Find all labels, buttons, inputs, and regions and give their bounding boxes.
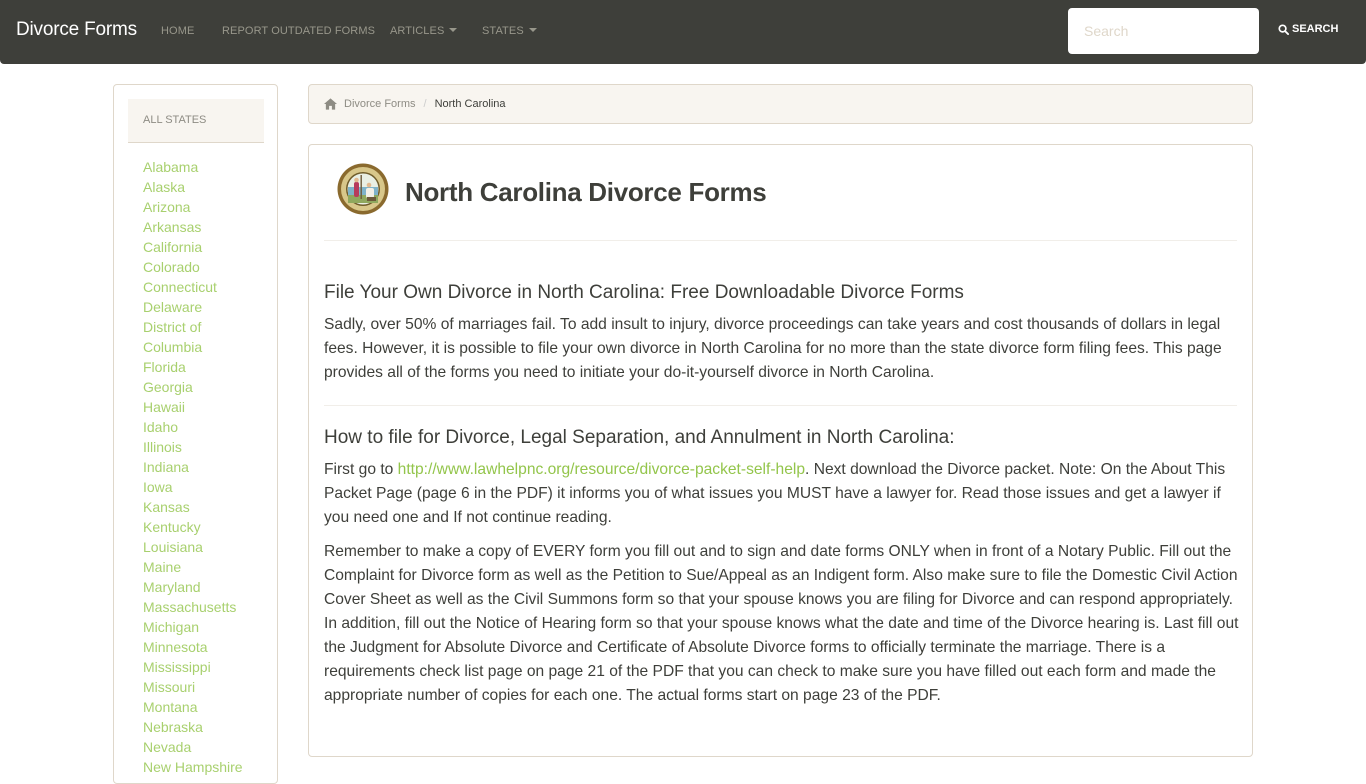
breadcrumb-link-divorce-forms[interactable]: Divorce Forms xyxy=(344,98,416,110)
state-seal-icon xyxy=(337,163,389,215)
intro-paragraph: Sadly, over 50% of marriages fail. To ad… xyxy=(324,316,1222,381)
nav-home-label: Home xyxy=(161,25,195,37)
state-link[interactable]: Louisiana xyxy=(143,537,243,557)
nav-states-label: States xyxy=(482,25,524,37)
lawhelpnc-link[interactable]: http://www.lawhelpnc.org/resource/divorc… xyxy=(398,461,805,478)
state-link[interactable]: Maryland xyxy=(143,577,243,597)
state-link[interactable]: Montana xyxy=(143,697,243,717)
sidebar-heading-label: All States xyxy=(143,114,207,126)
state-link[interactable]: Illinois xyxy=(143,437,243,457)
state-list: Alabama Alaska Arizona Arkansas California Co… xyxy=(143,157,243,777)
home-icon[interactable] xyxy=(324,98,337,110)
state-link[interactable]: Iowa xyxy=(143,477,243,497)
nav-report-label: Report Outdated Forms xyxy=(222,25,376,37)
state-link[interactable]: New Hampshire xyxy=(143,757,243,777)
state-link[interactable]: Colorado xyxy=(143,257,243,277)
section-heading-how-to-file: How to file for Divorce, Legal Separatio… xyxy=(324,427,955,448)
state-link[interactable]: District of xyxy=(143,317,243,337)
state-link[interactable]: Minnesota xyxy=(143,637,243,657)
nav-articles-label: Articles xyxy=(390,25,445,37)
sidebar-heading: All States xyxy=(128,99,264,143)
divider xyxy=(324,240,1237,241)
state-link[interactable]: Idaho xyxy=(143,417,243,437)
instructions-paragraph-1: First go to http://www.lawhelpnc.org/res… xyxy=(324,458,1242,530)
state-link[interactable]: Maine xyxy=(143,557,243,577)
divider xyxy=(324,405,1237,406)
state-link[interactable]: Florida xyxy=(143,357,243,377)
state-link[interactable]: Kentucky xyxy=(143,517,243,537)
state-link[interactable]: Massachusetts xyxy=(143,597,243,617)
breadcrumb-separator: / xyxy=(423,98,427,110)
state-link[interactable]: Connecticut xyxy=(143,277,243,297)
state-link[interactable]: Alabama xyxy=(143,157,243,177)
search-button[interactable]: SEARCH xyxy=(1278,23,1338,35)
state-link[interactable]: Columbia xyxy=(143,337,243,357)
nav-articles-dropdown[interactable]: Articles xyxy=(390,25,458,37)
state-link[interactable]: Delaware xyxy=(143,297,243,317)
state-link[interactable]: Arizona xyxy=(143,197,243,217)
breadcrumb-current: North Carolina xyxy=(434,98,506,110)
state-link[interactable]: California xyxy=(143,237,243,257)
section-heading-file-your-own: File Your Own Divorce in North Carolina:… xyxy=(324,282,964,303)
caret-down-icon xyxy=(449,28,458,32)
search-button-label: SEARCH xyxy=(1292,23,1339,35)
state-link[interactable]: Missouri xyxy=(143,677,243,697)
nav-states-dropdown[interactable]: States xyxy=(482,25,537,37)
state-link[interactable]: Arkansas xyxy=(143,217,243,237)
state-link[interactable]: Michigan xyxy=(143,617,243,637)
state-link[interactable]: Mississippi xyxy=(143,657,243,677)
state-link[interactable]: Alaska xyxy=(143,177,243,197)
state-link[interactable]: Nebraska xyxy=(143,717,243,737)
page-title: North Carolina Divorce Forms xyxy=(405,177,767,207)
state-link[interactable]: Kansas xyxy=(143,497,243,517)
brand-logo[interactable]: Divorce Forms xyxy=(16,19,137,41)
p1-text-before: First go to xyxy=(324,461,398,478)
state-link[interactable]: Georgia xyxy=(143,377,243,397)
state-link[interactable]: Indiana xyxy=(143,457,243,477)
instructions-paragraph-2: Remember to make a copy of EVERY form yo… xyxy=(324,543,1239,704)
states-sidebar: All States Alabama Alaska Arizona Arkansas C… xyxy=(113,84,278,784)
breadcrumb: Divorce Forms / North Carolina xyxy=(308,84,1253,124)
caret-down-icon xyxy=(528,28,537,32)
state-link[interactable]: Nevada xyxy=(143,737,243,757)
nav-home[interactable]: Home xyxy=(161,25,194,37)
search-input[interactable] xyxy=(1068,8,1259,54)
main-content-panel: North Carolina Divorce Forms File Your O… xyxy=(308,144,1253,757)
search-icon xyxy=(1278,23,1289,35)
top-navbar: Divorce Forms Home Report Outdated Forms… xyxy=(0,0,1366,64)
state-link[interactable]: Hawaii xyxy=(143,397,243,417)
nav-report-outdated-forms[interactable]: Report Outdated Forms xyxy=(222,25,375,37)
